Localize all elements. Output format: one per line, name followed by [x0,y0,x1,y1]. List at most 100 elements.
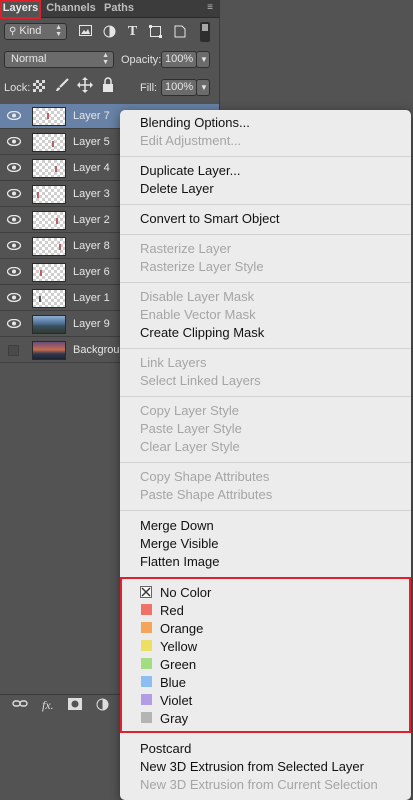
menu-item-merge-down[interactable]: Merge Down [140,518,214,533]
layer-thumbnail [32,315,66,334]
color-item-blue[interactable]: Blue [160,675,186,690]
search-icon: ⚲ [9,26,17,37]
filter-kind-select[interactable]: ⚲ Kind ▲ ▼ [4,23,67,40]
stepper-arrows-icon: ▲ ▼ [55,24,62,38]
layer-name: Layer 4 [73,162,110,174]
menu-item-flatten-image[interactable]: Flatten Image [140,554,220,569]
menu-item-convert-smart-object[interactable]: Convert to Smart Object [140,211,279,226]
visibility-toggle-off[interactable] [8,345,19,356]
smart-object-filter-icon[interactable] [172,25,187,38]
filter-kind-label: Kind [19,25,42,37]
filter-toggle-switch[interactable] [200,22,210,42]
menu-item-rasterize-layer: Rasterize Layer [140,241,232,256]
lock-image-brush-icon[interactable] [54,77,70,93]
layer-thumbnail [32,263,66,282]
layer-name: Layer 8 [73,240,110,252]
link-icon[interactable] [12,698,28,713]
eye-icon[interactable] [7,293,21,302]
gray-swatch-icon [141,712,152,723]
layer-name: Layer 6 [73,266,110,278]
opacity-label: Opacity: [121,54,162,66]
opacity-input[interactable]: 100% [161,51,197,68]
menu-item-paste-layer-style: Paste Layer Style [140,421,242,436]
menu-item-copy-layer-style: Copy Layer Style [140,403,239,418]
layer-thumbnail [32,237,66,256]
menu-separator [120,396,411,397]
layer-mask-icon[interactable] [68,698,82,713]
color-item-violet[interactable]: Violet [160,693,192,708]
type-filter-icon[interactable]: T [125,25,140,39]
violet-swatch-icon [141,694,152,705]
lock-label: Lock: [4,82,31,94]
menu-item-edit-adjustment: Edit Adjustment... [140,133,242,148]
layer-name: Layer 2 [73,214,110,226]
yellow-swatch-icon [141,640,152,651]
eye-icon[interactable] [7,137,21,146]
layer-context-menu: Blending Options... Edit Adjustment... D… [120,110,411,800]
layer-name: Layer 9 [73,318,110,330]
menu-separator [120,282,411,283]
menu-separator [120,510,411,511]
menu-item-delete-layer[interactable]: Delete Layer [140,181,214,196]
color-label-highlight-box [120,577,411,733]
menu-item-postcard[interactable]: Postcard [140,741,191,756]
layer-thumbnail [32,211,66,230]
color-item-red[interactable]: Red [160,603,184,618]
lock-transparent-icon[interactable] [33,80,45,92]
opacity-dropdown-button[interactable]: ▼ [196,51,210,68]
red-swatch-icon [141,604,152,615]
color-item-orange[interactable]: Orange [160,621,203,636]
menu-separator [120,204,411,205]
menu-item-rasterize-layer-style: Rasterize Layer Style [140,259,264,274]
menu-item-duplicate-layer[interactable]: Duplicate Layer... [140,163,240,178]
lock-position-move-icon[interactable] [77,77,93,93]
menu-item-enable-vector-mask: Enable Vector Mask [140,307,256,322]
eye-icon[interactable] [7,111,21,120]
layer-thumbnail [32,159,66,178]
eye-icon[interactable] [7,163,21,172]
color-item-gray[interactable]: Gray [160,711,188,726]
eye-icon[interactable] [7,189,21,198]
menu-item-blending-options[interactable]: Blending Options... [140,115,250,130]
shape-filter-icon[interactable] [148,25,163,38]
eye-icon[interactable] [7,267,21,276]
adjustment-layer-icon[interactable] [96,698,109,714]
panel-menu-icon[interactable]: ≡ [207,2,213,13]
stepper-arrows-icon: ▲ ▼ [102,52,109,66]
menu-separator [120,348,411,349]
menu-item-select-linked-layers: Select Linked Layers [140,373,261,388]
fill-input[interactable]: 100% [161,79,197,96]
blend-mode-select[interactable]: Normal ▲ ▼ [4,51,114,68]
color-item-no-color[interactable]: No Color [160,585,211,600]
color-item-yellow[interactable]: Yellow [160,639,197,654]
green-swatch-icon [141,658,152,669]
tab-channels[interactable]: Channels [45,0,97,17]
menu-item-3d-extrusion-selected-layer[interactable]: New 3D Extrusion from Selected Layer [140,759,364,774]
no-color-icon [140,586,152,598]
panel-tab-bar: Layers Channels Paths ≡ [0,0,219,19]
layer-thumbnail [32,341,66,360]
menu-item-create-clipping-mask[interactable]: Create Clipping Mask [140,325,264,340]
layer-name: Layer 5 [73,136,110,148]
eye-icon[interactable] [7,319,21,328]
layer-thumbnail [32,107,66,126]
orange-swatch-icon [141,622,152,633]
lock-all-icon[interactable] [102,77,114,92]
menu-item-3d-extrusion-current-selection: New 3D Extrusion from Current Selection [140,777,378,792]
menu-separator [120,234,411,235]
pixel-filter-icon[interactable] [78,25,93,38]
eye-icon[interactable] [7,241,21,250]
menu-item-disable-layer-mask: Disable Layer Mask [140,289,255,304]
adjustment-filter-icon[interactable] [102,25,117,38]
color-item-green[interactable]: Green [160,657,196,672]
blue-swatch-icon [141,676,152,687]
menu-item-copy-shape-attributes: Copy Shape Attributes [140,469,270,484]
menu-separator [120,156,411,157]
eye-icon[interactable] [7,215,21,224]
layer-name: Layer 1 [73,292,110,304]
fill-dropdown-button[interactable]: ▼ [196,79,210,96]
fx-icon[interactable]: fx. [42,698,54,712]
menu-item-link-layers: Link Layers [140,355,207,370]
menu-item-merge-visible[interactable]: Merge Visible [140,536,219,551]
tab-paths[interactable]: Paths [101,0,137,17]
